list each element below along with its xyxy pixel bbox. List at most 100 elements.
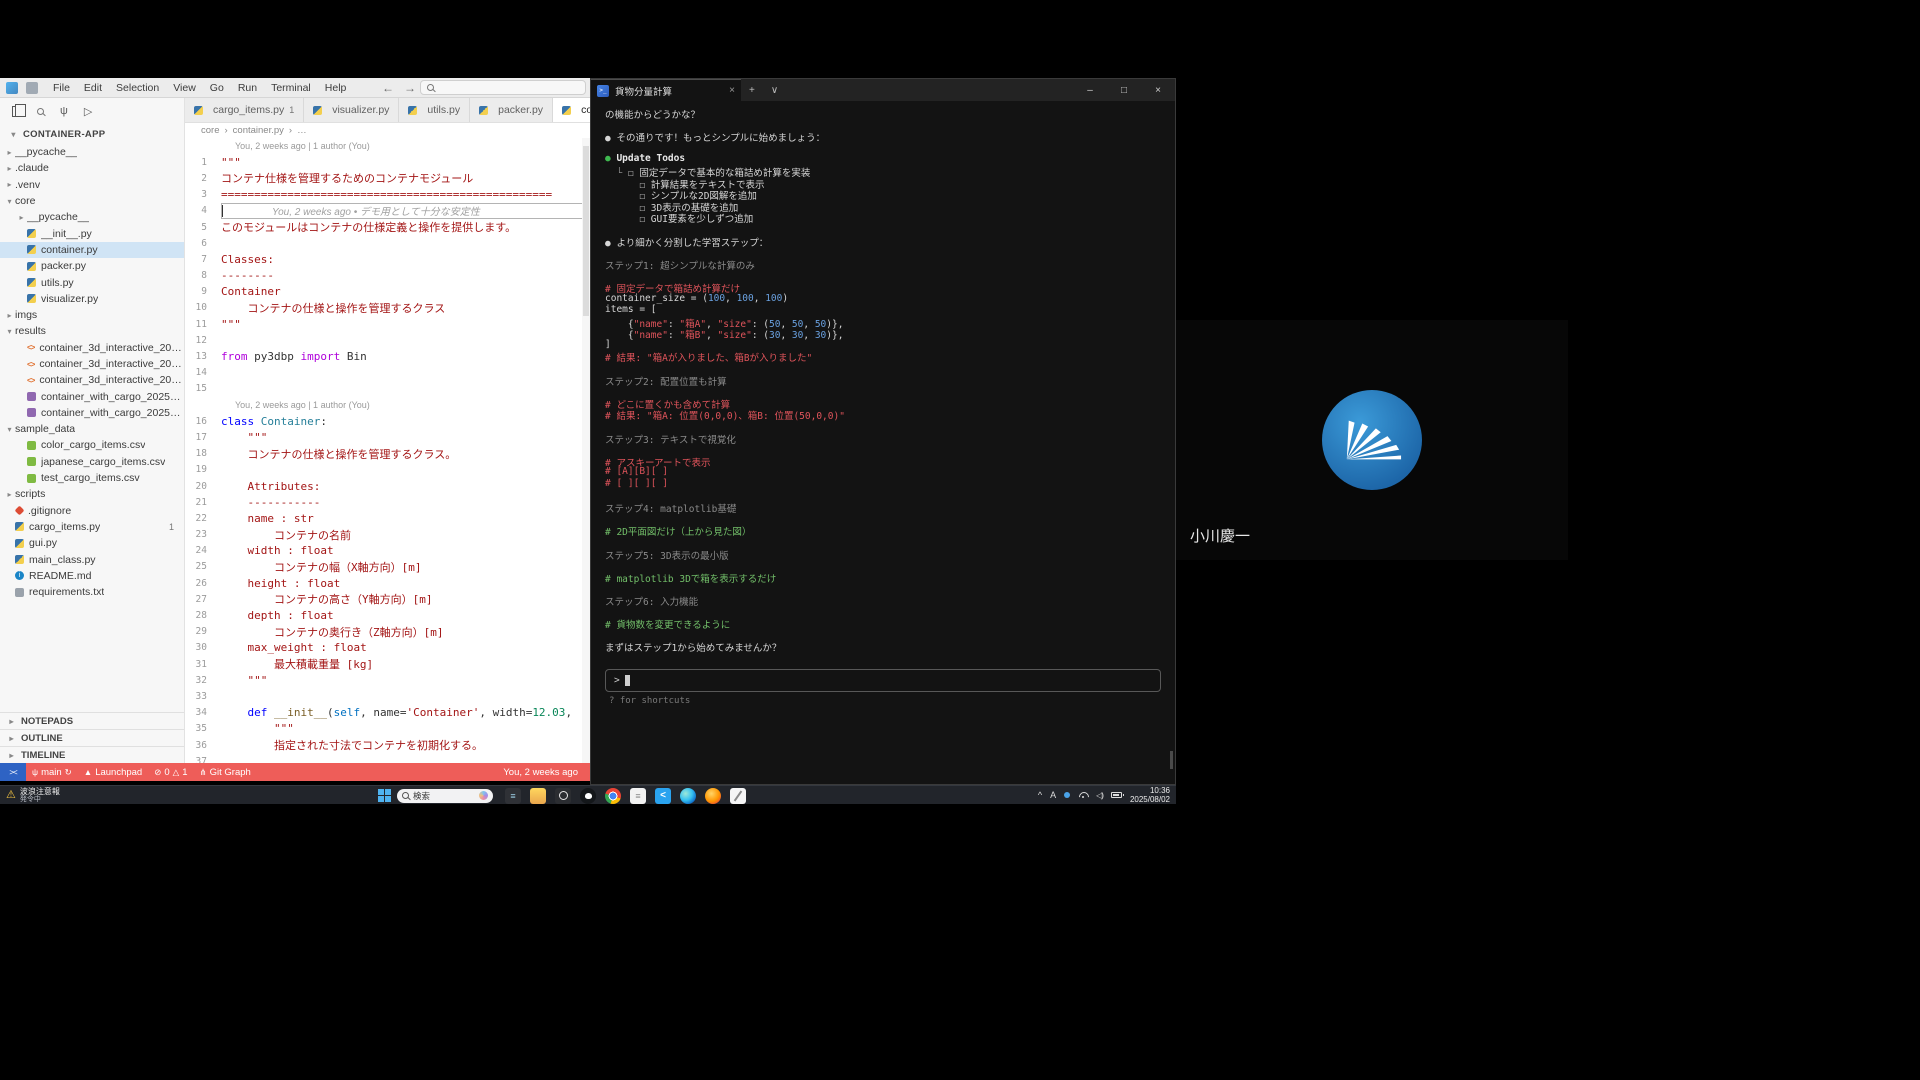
breadcrumb-[interactable]: … [297, 125, 307, 136]
launchpad-button[interactable]: ▲ Launchpad [78, 767, 148, 778]
code-line-32[interactable]: 32 """ [185, 672, 590, 688]
menu-go[interactable]: Go [203, 78, 231, 98]
code-line-19[interactable]: 19 [185, 462, 590, 478]
menu-selection[interactable]: Selection [109, 78, 166, 98]
breadcrumb-core[interactable]: core [201, 125, 219, 136]
maximize-button[interactable]: □ [1107, 85, 1141, 96]
edge-icon[interactable] [680, 788, 696, 804]
battery-icon[interactable] [1111, 792, 1122, 798]
layout-icon[interactable] [26, 82, 38, 94]
branch-indicator[interactable]: ψ main ↻ [26, 767, 78, 778]
volume-icon[interactable] [1096, 791, 1103, 800]
chevron-up-icon[interactable] [1038, 790, 1042, 800]
explorer-project-header[interactable]: ▾ CONTAINER-APP [0, 124, 184, 144]
code-line-28[interactable]: 28 depth : float [185, 607, 590, 623]
code-line-14[interactable]: 14 [185, 365, 590, 381]
tree-item-cargo-items-py[interactable]: cargo_items.py1 [0, 519, 184, 535]
code-line-12[interactable]: 12 [185, 332, 590, 348]
tree-item-container-with-cargo-20250721-1[interactable]: container_with_cargo_20250721_1... [0, 405, 184, 421]
code-editor[interactable]: You, 2 weeks ago | 1 author (You)1"""2コン… [185, 138, 590, 763]
tree-item-container-with-cargo-20250721-1[interactable]: container_with_cargo_20250721_1... [0, 388, 184, 404]
tree-item-utils-py[interactable]: utils.py [0, 274, 184, 290]
source-control-icon[interactable]: ψ [60, 105, 68, 117]
tab-visualizer-py[interactable]: visualizer.py [304, 98, 399, 122]
tree-item-main-class-py[interactable]: main_class.py [0, 551, 184, 567]
code-line-1[interactable]: 1""" [185, 154, 590, 170]
tree-item-core[interactable]: ▾core [0, 193, 184, 209]
code-line-5[interactable]: 5このモジュールはコンテナの仕様定義と操作を提供します。 [185, 219, 590, 235]
terminal-input[interactable]: > [605, 669, 1161, 692]
menu-edit[interactable]: Edit [77, 78, 109, 98]
panel-notepads[interactable]: ▸NOTEPADS [0, 712, 184, 729]
tab-packer-py[interactable]: packer.py [470, 98, 553, 122]
menu-file[interactable]: File [46, 78, 77, 98]
tree-item-pycache[interactable]: ▸__pycache__ [0, 209, 184, 225]
close-button[interactable]: × [1141, 85, 1175, 96]
breadcrumb-container-py[interactable]: container.py [233, 125, 284, 136]
tree-item-claude[interactable]: ▸.claude [0, 160, 184, 176]
code-line-20[interactable]: 20 Attributes: [185, 478, 590, 494]
code-line-6[interactable]: 6 [185, 235, 590, 251]
forward-arrow-icon[interactable]: → [404, 81, 416, 95]
search-box[interactable]: 検索 [397, 789, 493, 803]
tree-item-container-3d-interactive-2025072[interactable]: <>container_3d_interactive_2025072... [0, 340, 184, 356]
tree-item-pycache[interactable]: ▸__pycache__ [0, 144, 184, 160]
file-explorer-icon[interactable] [530, 788, 546, 804]
editor-scrollbar[interactable] [582, 138, 590, 763]
panel-outline[interactable]: ▸OUTLINE [0, 729, 184, 746]
wifi-icon[interactable] [1078, 791, 1088, 799]
back-arrow-icon[interactable]: ← [382, 81, 394, 95]
code-line-35[interactable]: 35 """ [185, 721, 590, 737]
tree-item-color-cargo-items-csv[interactable]: color_cargo_items.csv [0, 437, 184, 453]
code-line-33[interactable]: 33 [185, 688, 590, 704]
code-line-7[interactable]: 7Classes: [185, 251, 590, 267]
tab-utils-py[interactable]: utils.py [399, 98, 470, 122]
code-line-24[interactable]: 24 width : float [185, 543, 590, 559]
code-line-23[interactable]: 23 コンテナの名前 [185, 527, 590, 543]
menu-terminal[interactable]: Terminal [264, 78, 318, 98]
tree-item-container-3d-interactive-2025072[interactable]: <>container_3d_interactive_2025072... [0, 372, 184, 388]
menu-run[interactable]: Run [231, 78, 264, 98]
tree-item-gitignore[interactable]: .gitignore [0, 503, 184, 519]
tree-item-gui-py[interactable]: gui.py [0, 535, 184, 551]
code-line-18[interactable]: 18 コンテナの仕様と操作を管理するクラス。 [185, 446, 590, 462]
tree-item-sample-data[interactable]: ▾sample_data [0, 421, 184, 437]
code-line-36[interactable]: 36 指定された寸法でコンテナを初期化する。 [185, 737, 590, 753]
tree-item-init-py[interactable]: __init__.py [0, 225, 184, 241]
scrollbar-thumb[interactable] [583, 146, 589, 316]
firefox-icon[interactable] [705, 788, 721, 804]
code-line-22[interactable]: 22 name : str [185, 510, 590, 526]
vscode-icon[interactable] [655, 788, 671, 804]
start-button[interactable] [378, 789, 391, 802]
code-line-30[interactable]: 30 max_weight : float [185, 640, 590, 656]
code-line-3[interactable]: 3=======================================… [185, 187, 590, 203]
codelens-annotation[interactable]: You, 2 weeks ago | 1 author (You) [185, 138, 590, 154]
code-line-17[interactable]: 17 """ [185, 429, 590, 445]
menu-help[interactable]: Help [318, 78, 354, 98]
code-line-21[interactable]: 21 ----------- [185, 494, 590, 510]
terminal-scrollbar-thumb[interactable] [1170, 751, 1173, 769]
misc-icon[interactable] [730, 788, 746, 804]
code-line-2[interactable]: 2コンテナ仕様を管理するためのコンテナモジュール [185, 170, 590, 186]
tree-item-results[interactable]: ▾results [0, 323, 184, 339]
code-line-4[interactable]: 4You, 2 weeks ago • デモ用として十分な安定性 [185, 203, 590, 219]
tab-conta[interactable]: conta... [553, 98, 590, 122]
minimize-button[interactable]: – [1073, 85, 1107, 96]
document-icon[interactable] [630, 788, 646, 804]
code-line-27[interactable]: 27 コンテナの高さ（Y軸方向）[m] [185, 591, 590, 607]
code-line-10[interactable]: 10 コンテナの仕様と操作を管理するクラス [185, 300, 590, 316]
code-line-15[interactable]: 15 [185, 381, 590, 397]
notepad-icon[interactable] [505, 788, 521, 804]
menu-view[interactable]: View [166, 78, 203, 98]
tree-item-visualizer-py[interactable]: visualizer.py [0, 291, 184, 307]
tab-dropdown-icon[interactable]: ∨ [763, 85, 786, 96]
widgets-weather-button[interactable]: ⚠ 波浪注意報 発令中 [0, 787, 60, 804]
new-tab-button[interactable]: + [741, 85, 763, 96]
tree-item-container-py[interactable]: container.py [0, 242, 184, 258]
tree-item-imgs[interactable]: ▸imgs [0, 307, 184, 323]
taskbar-clock[interactable]: 10:36 2025/08/02 [1130, 786, 1170, 804]
tab-close-icon[interactable]: × [729, 85, 735, 96]
snipping-tool-icon[interactable] [555, 788, 571, 804]
tab-cargo-items-py[interactable]: cargo_items.py1 [185, 98, 304, 122]
code-line-31[interactable]: 31 最大積載重量 [kg] [185, 656, 590, 672]
